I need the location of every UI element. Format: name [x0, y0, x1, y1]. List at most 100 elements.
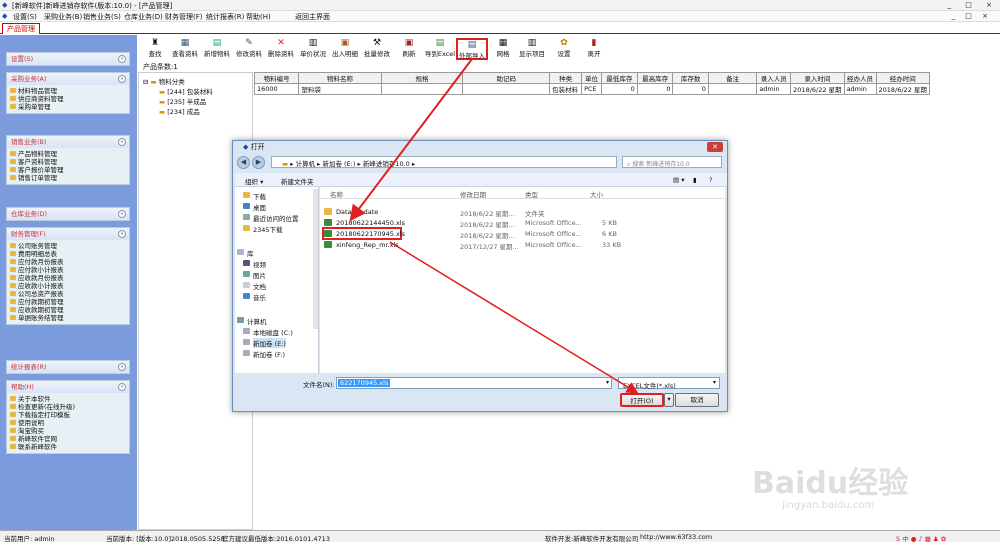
chevron-icon[interactable]: » [118, 230, 126, 238]
grid-button[interactable]: ▦ 网格 [494, 38, 512, 60]
column-header[interactable]: 录入时间 [790, 72, 845, 84]
column-header[interactable]: 录入人员 [756, 72, 792, 84]
find-button[interactable]: ♜ 查找 [146, 38, 164, 60]
chevron-icon[interactable]: » [118, 363, 126, 371]
price-button[interactable]: ▥ 单价状况 [300, 38, 326, 60]
column-size[interactable]: 大小 [590, 189, 603, 199]
back-button[interactable]: ◀ [237, 156, 250, 169]
add-button[interactable]: ▤ 新增物料 [204, 38, 230, 60]
sidebar-item[interactable]: 应付款小计报表 [10, 266, 126, 274]
sidebar-section-settings[interactable]: 设置(S) » [6, 52, 130, 66]
open-button[interactable]: 打开(O) [620, 393, 664, 407]
file-row-selected[interactable]: 20180622170945.xls 2018/6/22 星期... Micro… [320, 227, 725, 240]
menu-window-controls[interactable]: _ □ × [952, 12, 992, 20]
search-input[interactable]: ⌕ 搜索 新峰进销存10.0 [622, 156, 722, 168]
edit-button[interactable]: ✎ 修改资料 [236, 38, 262, 60]
sidebar-item[interactable]: 应付款期初管理 [10, 298, 126, 306]
tree-root[interactable]: ⊟ ▬ 物料分类 [143, 76, 185, 86]
columns-button[interactable]: ▥ 显示项目 [518, 38, 546, 60]
import-button[interactable]: ▤ 外部导入 [456, 38, 488, 60]
nav-item-recent[interactable]: 最近访问的位置 [253, 213, 299, 223]
sidebar-section-reports[interactable]: 统计报表(R) » [6, 360, 130, 374]
column-header[interactable]: 物料编号 [253, 72, 300, 84]
chevron-down-icon[interactable]: ▾ [606, 379, 609, 386]
sidebar-item[interactable]: 费用明细总表 [10, 250, 126, 258]
column-header[interactable]: 助记码 [462, 72, 551, 84]
nav-item-library[interactable]: 库 [247, 248, 254, 258]
sidebar-item[interactable]: 客户资料管理 [10, 158, 126, 166]
settings-button[interactable]: ✿ 设置 [556, 38, 572, 60]
window-controls[interactable]: _ □ × [948, 1, 998, 9]
nav-item-drive-c[interactable]: 本地磁盘 (C:) [253, 327, 293, 337]
sidebar-item[interactable]: 公司总资产报表 [10, 290, 126, 298]
organize-button[interactable]: 组织 ▾ [245, 176, 263, 186]
chevron-icon[interactable]: » [118, 138, 126, 146]
sidebar-item[interactable]: 新峰软件官网 [10, 435, 126, 443]
close-button[interactable]: ✕ [707, 142, 723, 152]
column-header[interactable]: 规格 [380, 72, 464, 84]
tray-icons[interactable]: S 中 ● ♪ ▦ ♟ ✿ [896, 533, 946, 542]
column-header[interactable]: 最高库存 [636, 72, 674, 84]
sidebar-item[interactable]: 应收款期初管理 [10, 306, 126, 314]
address-bar[interactable]: ▬ ▸ 计算机 ▸ 新加卷 (E:) ▸ 新峰进销存10.0 ▸ [271, 156, 617, 168]
sidebar-item[interactable]: 淘宝购买 [10, 427, 126, 435]
sidebar-item[interactable]: 采购单管理 [10, 103, 126, 111]
sidebar-item[interactable]: 应付款月份报表 [10, 258, 126, 266]
sidebar-item[interactable]: 单据账务结管理 [10, 314, 126, 322]
status-url[interactable]: http://www.63f33.com [640, 533, 712, 541]
nav-item-documents[interactable]: 文档 [253, 281, 266, 291]
chevron-icon[interactable]: » [118, 75, 126, 83]
help-icon[interactable]: ? [709, 176, 712, 184]
file-row[interactable]: xinfeng_Rep_mr.xls 2017/12/27 星期... Micr… [320, 240, 725, 251]
exit-button[interactable]: ▮ 离开 [586, 38, 602, 60]
nav-item-downloads[interactable]: 下载 [253, 191, 266, 201]
sidebar-item[interactable]: 客户报价单管理 [10, 166, 126, 174]
column-type[interactable]: 类型 [525, 189, 538, 199]
nav-item-video[interactable]: 视频 [253, 259, 266, 269]
sidebar-item[interactable]: 公司账务管理 [10, 242, 126, 250]
sidebar-item[interactable]: 供应商资料管理 [10, 95, 126, 103]
cancel-button[interactable]: 取消 [675, 393, 719, 407]
inout-button[interactable]: ▣ 出入明细 [332, 38, 358, 60]
menu-reports[interactable]: 统计报表(R) [206, 12, 244, 22]
file-row[interactable]: Data_Update 2018/6/22 星期... 文件夹 [320, 207, 725, 218]
nav-scrollbar[interactable] [313, 189, 318, 329]
column-header[interactable]: 备注 [707, 72, 758, 84]
sidebar-item[interactable]: 关于本软件 [10, 395, 126, 403]
breadcrumb-item[interactable]: 计算机 [296, 160, 316, 168]
menu-settings[interactable]: 设置(S) [13, 12, 37, 22]
view-button[interactable]: ▦ 查看资料 [172, 38, 198, 60]
table-row[interactable]: 16000 塑料袋 包装材料 PCE 0 0 0 admin 2018/6/22… [253, 83, 930, 95]
nav-item-drive-f[interactable]: 新加卷 (F:) [253, 349, 285, 359]
column-header[interactable]: 最低库存 [600, 72, 638, 84]
column-header[interactable]: 单位 [581, 72, 602, 84]
menu-sales[interactable]: 销售业务(S) [83, 12, 121, 22]
column-header[interactable]: 种类 [549, 72, 583, 84]
sidebar-item[interactable]: 材料物品管理 [10, 87, 126, 95]
export-excel-button[interactable]: ▤ 导到Excel [424, 38, 456, 60]
breadcrumb-item[interactable]: 新加卷 (E:) [322, 160, 355, 168]
menu-help[interactable]: 帮助(H) [246, 12, 271, 22]
delete-button[interactable]: ✕ 删除资料 [268, 38, 294, 60]
open-dropdown-button[interactable]: ▾ [664, 393, 674, 407]
sidebar-item[interactable]: 销售订单管理 [10, 174, 126, 182]
batch-edit-button[interactable]: ⚒ 批量修改 [364, 38, 390, 60]
sidebar-item[interactable]: 使用说明 [10, 419, 126, 427]
sidebar-item[interactable]: 下载指定打印模板 [10, 411, 126, 419]
filetype-select[interactable]: EXCEL文件(*.xls) ▾ [618, 377, 720, 390]
column-header[interactable]: 经办人员 [843, 72, 877, 84]
chevron-icon[interactable]: » [118, 55, 126, 63]
sidebar-item[interactable]: 检查更新(在线升级) [10, 403, 126, 411]
nav-item-computer[interactable]: 计算机 [247, 316, 267, 326]
menu-home[interactable]: 返回主界面 [295, 12, 330, 22]
tab-product-management[interactable]: 产品管理 [2, 23, 40, 34]
refresh-button[interactable]: ▣ 刷新 [400, 38, 418, 60]
tree-node[interactable]: ▬ [234] 成品 [159, 106, 200, 116]
sidebar-item[interactable]: 应收款月份报表 [10, 274, 126, 282]
filename-input[interactable]: 622170945.xls ▾ [336, 377, 612, 389]
tree-node[interactable]: ▬ [235] 半成品 [159, 96, 206, 106]
tree-node[interactable]: ▬ [244] 包装材料 [159, 86, 213, 96]
menu-finance[interactable]: 财务管理(F) [165, 12, 203, 22]
sidebar-item[interactable]: 应收款小计报表 [10, 282, 126, 290]
nav-item-desktop[interactable]: 桌面 [253, 202, 266, 212]
